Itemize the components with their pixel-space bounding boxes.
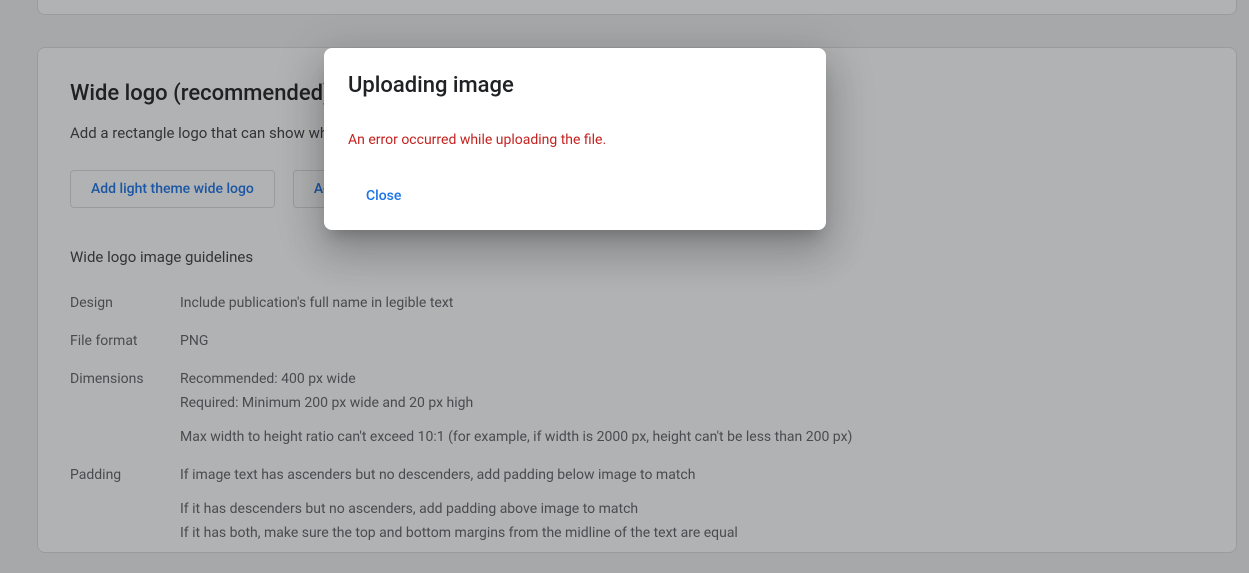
close-button[interactable]: Close — [348, 178, 419, 214]
uploading-image-dialog: Uploading image An error occurred while … — [324, 48, 826, 230]
dialog-title: Uploading image — [348, 72, 802, 100]
dialog-error-message: An error occurred while uploading the fi… — [348, 132, 802, 148]
dialog-actions: Close — [348, 178, 802, 214]
